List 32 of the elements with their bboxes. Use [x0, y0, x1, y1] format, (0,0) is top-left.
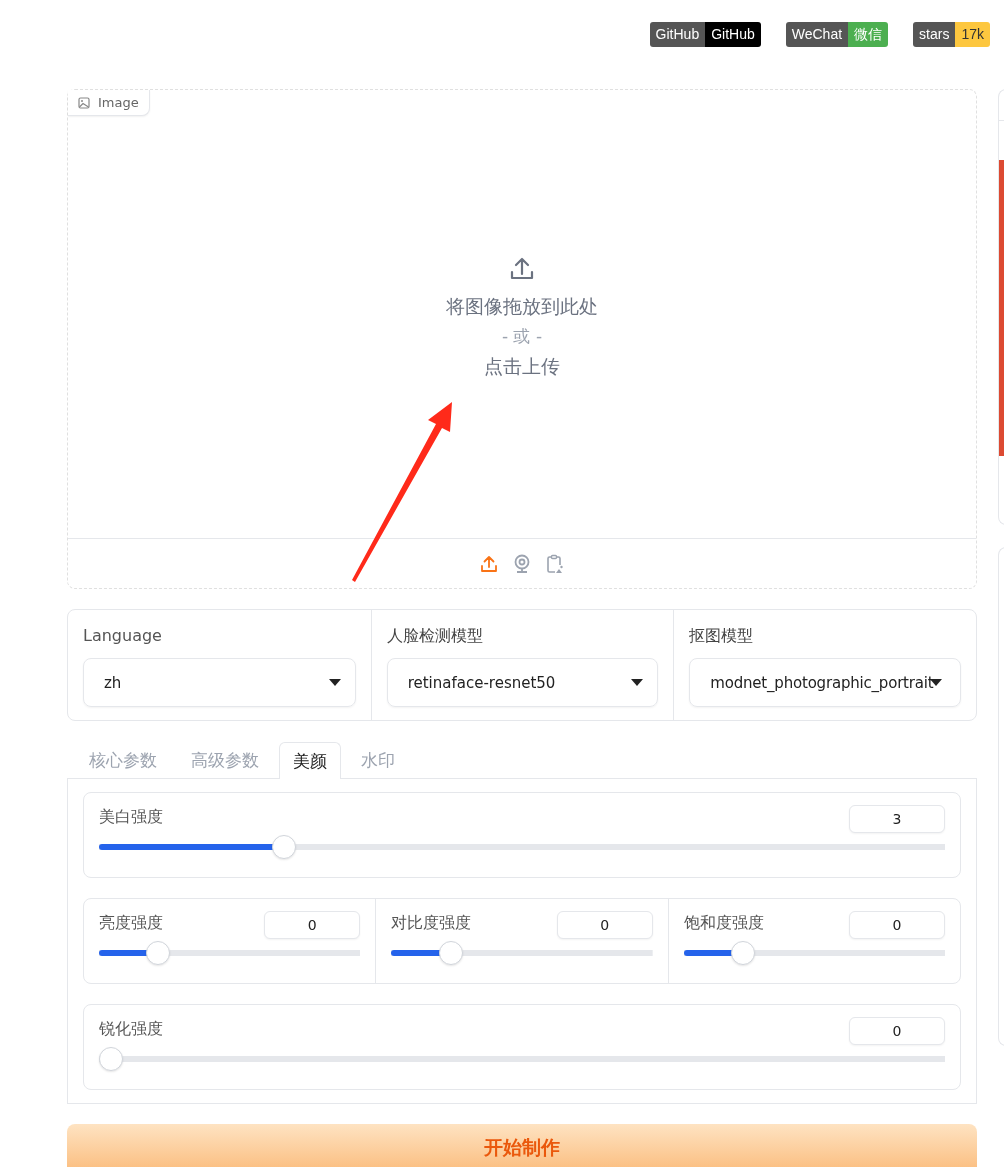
- upload-icon[interactable]: [479, 553, 499, 574]
- dropdown[interactable]: retinaface-resnet50: [386, 658, 659, 707]
- dropdown-label: 抠图模型: [689, 625, 755, 647]
- slider-thumb[interactable]: [438, 941, 463, 965]
- slider-label: 饱和度强度: [683, 912, 764, 934]
- drop-text: 将图像拖放到此处: [446, 294, 598, 319]
- dropdown[interactable]: modnet_photographic_portrait: [689, 658, 961, 707]
- image-icon: [78, 96, 90, 109]
- slider-label: 对比度强度: [391, 912, 472, 934]
- slider-label: 锐化强度: [99, 1018, 163, 1040]
- slider-label: 美白强度: [99, 806, 163, 828]
- caret-icon: [328, 679, 341, 686]
- or-text: - 或 -: [501, 325, 543, 348]
- caret-icon: [631, 679, 644, 686]
- slider-thumb[interactable]: [271, 835, 296, 859]
- upload-text: 点击上传: [484, 354, 560, 379]
- number-field[interactable]: 0: [849, 911, 945, 939]
- dropdown[interactable]: zh: [83, 658, 356, 707]
- dropdown-label: Language: [83, 625, 163, 647]
- dropdown-label: 人脸检测模型: [386, 625, 484, 647]
- clipboard-icon[interactable]: [545, 553, 565, 574]
- number-field[interactable]: 0: [849, 1017, 945, 1045]
- slider-label: 亮度强度: [99, 912, 163, 934]
- webcam-icon[interactable]: [512, 553, 532, 574]
- tab[interactable]: 美颜: [279, 742, 341, 779]
- number-field[interactable]: 0: [556, 911, 653, 939]
- slider-thumb[interactable]: [731, 941, 756, 965]
- slider-thumb[interactable]: [146, 941, 171, 965]
- number-field[interactable]: 3: [849, 805, 945, 833]
- number-field[interactable]: 0: [264, 911, 361, 939]
- slider-thumb[interactable]: [99, 1047, 123, 1071]
- image-label: Image: [68, 90, 150, 116]
